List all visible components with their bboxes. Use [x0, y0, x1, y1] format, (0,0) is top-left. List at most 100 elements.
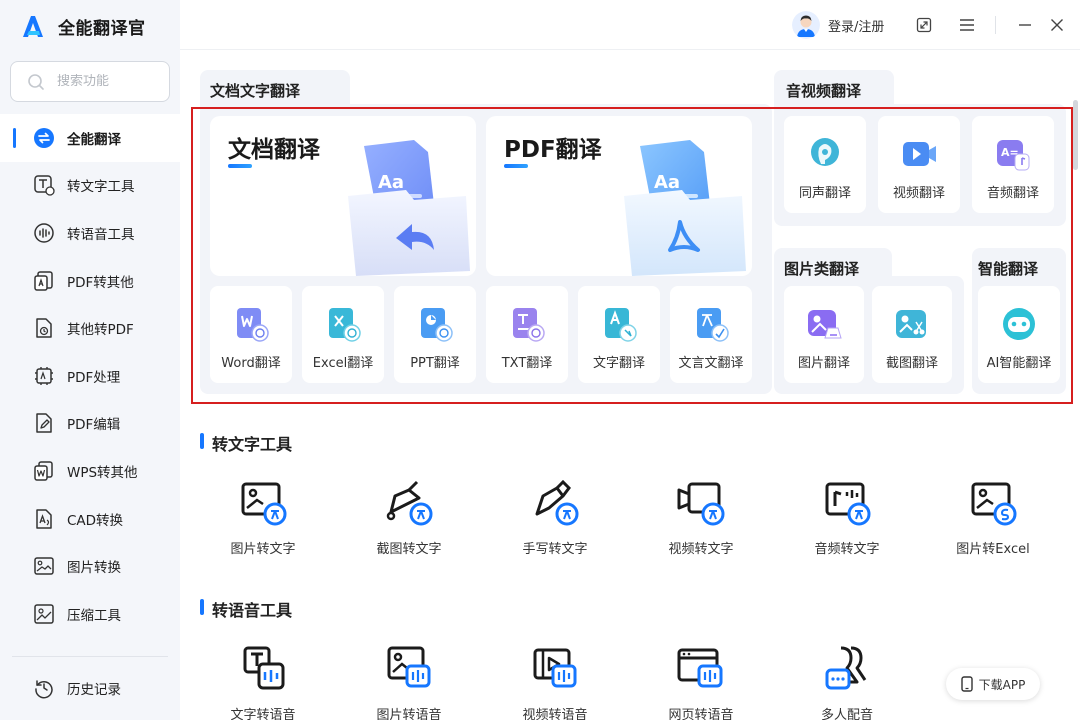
pdf-convert-icon	[33, 270, 55, 292]
sidebar-item-to-pdf[interactable]: 其他转PDF	[0, 304, 180, 352]
doc-group-title: 文档文字翻译	[210, 82, 301, 100]
webpage-to-speech-tool[interactable]: 网页转语音	[646, 642, 756, 720]
image-to-text-icon	[241, 482, 287, 526]
audio-translate-card[interactable]: A= 音频翻译	[972, 116, 1054, 213]
app-name: 全能翻译官	[58, 18, 146, 39]
video-to-speech-tool[interactable]: 视频转语音	[500, 642, 610, 720]
image-convert-icon	[33, 555, 55, 577]
handwriting-to-text-tool[interactable]: 手写转文字	[500, 476, 610, 557]
image-to-text-tool[interactable]: 图片转文字	[208, 476, 318, 557]
simultaneous-translate-card[interactable]: 同声翻译	[784, 116, 866, 213]
close-button[interactable]	[1046, 14, 1068, 36]
text-translate-card[interactable]: 文字翻译	[578, 286, 660, 383]
video-to-speech-icon	[533, 648, 577, 688]
sidebar-item-pdf-convert[interactable]: PDF转其他	[0, 257, 180, 305]
card-label: Word翻译	[221, 356, 281, 371]
card-label: AI智能翻译	[986, 356, 1052, 371]
video-translate-card[interactable]: 视频翻译	[878, 116, 960, 213]
word-icon	[237, 308, 269, 342]
video-to-text-tool[interactable]: 视频转文字	[646, 476, 756, 557]
image-translate-card[interactable]: 图片翻译	[784, 286, 864, 383]
card-label: 同声翻译	[798, 186, 851, 201]
multi-voice-dubbing-tool[interactable]: 多人配音	[792, 642, 902, 720]
word-translate-card[interactable]: Word翻译	[210, 286, 292, 383]
txt-icon	[513, 308, 545, 342]
text-to-speech-icon	[243, 646, 285, 690]
webpage-to-speech-icon	[677, 648, 723, 688]
sidebar-item-label: PDF编辑	[67, 417, 121, 434]
pdf-edit-icon	[33, 412, 55, 434]
voice-tool-icon	[33, 222, 55, 244]
svg-text:Aa: Aa	[654, 172, 680, 193]
sidebar-item-history[interactable]: 历史记录	[0, 664, 180, 712]
sidebar-divider	[12, 656, 168, 657]
sidebar-item-label: 全能翻译	[67, 131, 121, 148]
document-folder-icon: Aa	[348, 140, 470, 276]
classical-chinese-translate-card[interactable]: 文言文翻译	[670, 286, 752, 383]
tool-label: 网页转语音	[668, 708, 734, 720]
menu-button[interactable]	[956, 14, 978, 36]
sidebar-item-label: 历史记录	[67, 681, 121, 698]
history-icon	[33, 677, 55, 699]
doc-translate-card[interactable]: 文档翻译 Aa	[210, 116, 476, 276]
avatar	[792, 11, 820, 39]
shrink-icon	[916, 17, 932, 33]
screenshot-to-text-tool[interactable]: 截图转文字	[354, 476, 464, 557]
sidebar-item-label: 图片转换	[67, 560, 121, 577]
scrollbar-thumb[interactable]	[1073, 100, 1078, 170]
sidebar-item-compress[interactable]: 压缩工具	[0, 590, 180, 638]
voice-tools-title: 转语音工具	[200, 597, 292, 621]
tool-label: 图片转文字	[230, 542, 296, 557]
image-to-speech-tool[interactable]: 图片转语音	[354, 642, 464, 720]
search-input[interactable]	[57, 74, 147, 89]
sidebar: 全能翻译官 全能翻译 转文字工具 转语音工具	[0, 0, 180, 720]
minimize-button[interactable]	[1014, 14, 1036, 36]
image-to-speech-icon	[387, 646, 431, 688]
sidebar-nav: 全能翻译 转文字工具 转语音工具 PDF转其他 其他转PDF PDF处理 PDF…	[0, 114, 180, 638]
sidebar-item-voice-tool[interactable]: 转语音工具	[0, 209, 180, 257]
screenshot-icon	[896, 310, 926, 338]
login-button[interactable]: 登录/注册	[792, 11, 884, 39]
image-to-excel-tool[interactable]: 图片转Excel	[938, 476, 1048, 557]
sidebar-item-wps[interactable]: WPS转其他	[0, 447, 180, 495]
sidebar-item-pdf-process[interactable]: PDF处理	[0, 352, 180, 400]
brand: 全能翻译官	[20, 10, 146, 42]
to-pdf-icon	[33, 317, 55, 339]
ppt-translate-card[interactable]: PPT翻译	[394, 286, 476, 383]
excel-translate-card[interactable]: Excel翻译	[302, 286, 384, 383]
card-label: 文字翻译	[592, 356, 645, 371]
card-label: Excel翻译	[312, 356, 374, 371]
pdf-folder-icon: Aa	[624, 140, 746, 276]
tool-label: 截图转文字	[376, 542, 442, 557]
minimize-to-float-button[interactable]	[913, 14, 935, 36]
pdf-translate-title: PDF翻译	[504, 137, 602, 163]
main-content: 登录/注册 文档文字翻译 文档翻译 Aa PDF翻译 Aa Word翻译 Exc…	[180, 0, 1080, 720]
txt-translate-card[interactable]: TXT翻译	[486, 286, 568, 383]
card-label: 文言文翻译	[678, 356, 744, 371]
card-label: 图片翻译	[797, 356, 850, 371]
sidebar-item-translate[interactable]: 全能翻译	[0, 114, 180, 162]
pdf-translate-card[interactable]: PDF翻译 Aa	[486, 116, 752, 276]
download-app-button[interactable]: 下载APP	[946, 668, 1040, 700]
ai-translate-card[interactable]: AI智能翻译	[978, 286, 1060, 383]
sidebar-item-image-convert[interactable]: 图片转换	[0, 542, 180, 590]
sidebar-item-label: 转语音工具	[67, 226, 135, 243]
card-label: PPT翻译	[410, 356, 460, 371]
sidebar-item-cad[interactable]: CAD转换	[0, 495, 180, 543]
search-box[interactable]	[10, 61, 170, 102]
tool-label: 视频转文字	[668, 542, 734, 557]
screenshot-translate-card[interactable]: 截图翻译	[872, 286, 952, 383]
hamburger-menu-icon	[960, 19, 974, 31]
sidebar-item-pdf-edit[interactable]: PDF编辑	[0, 400, 180, 448]
sidebar-item-text-tool[interactable]: 转文字工具	[0, 162, 180, 210]
download-app-label: 下载APP	[978, 677, 1026, 692]
handwriting-to-text-icon	[535, 479, 579, 526]
topbar: 登录/注册	[180, 0, 1080, 50]
video-icon	[903, 142, 936, 166]
text-to-speech-tool[interactable]: 文字转语音	[208, 642, 318, 720]
audio-icon: A=	[997, 140, 1030, 171]
audio-to-text-tool[interactable]: 音频转文字	[792, 476, 902, 557]
classical-chinese-icon	[697, 308, 729, 342]
tool-label: 音频转文字	[814, 542, 880, 557]
video-to-text-icon	[677, 482, 725, 526]
